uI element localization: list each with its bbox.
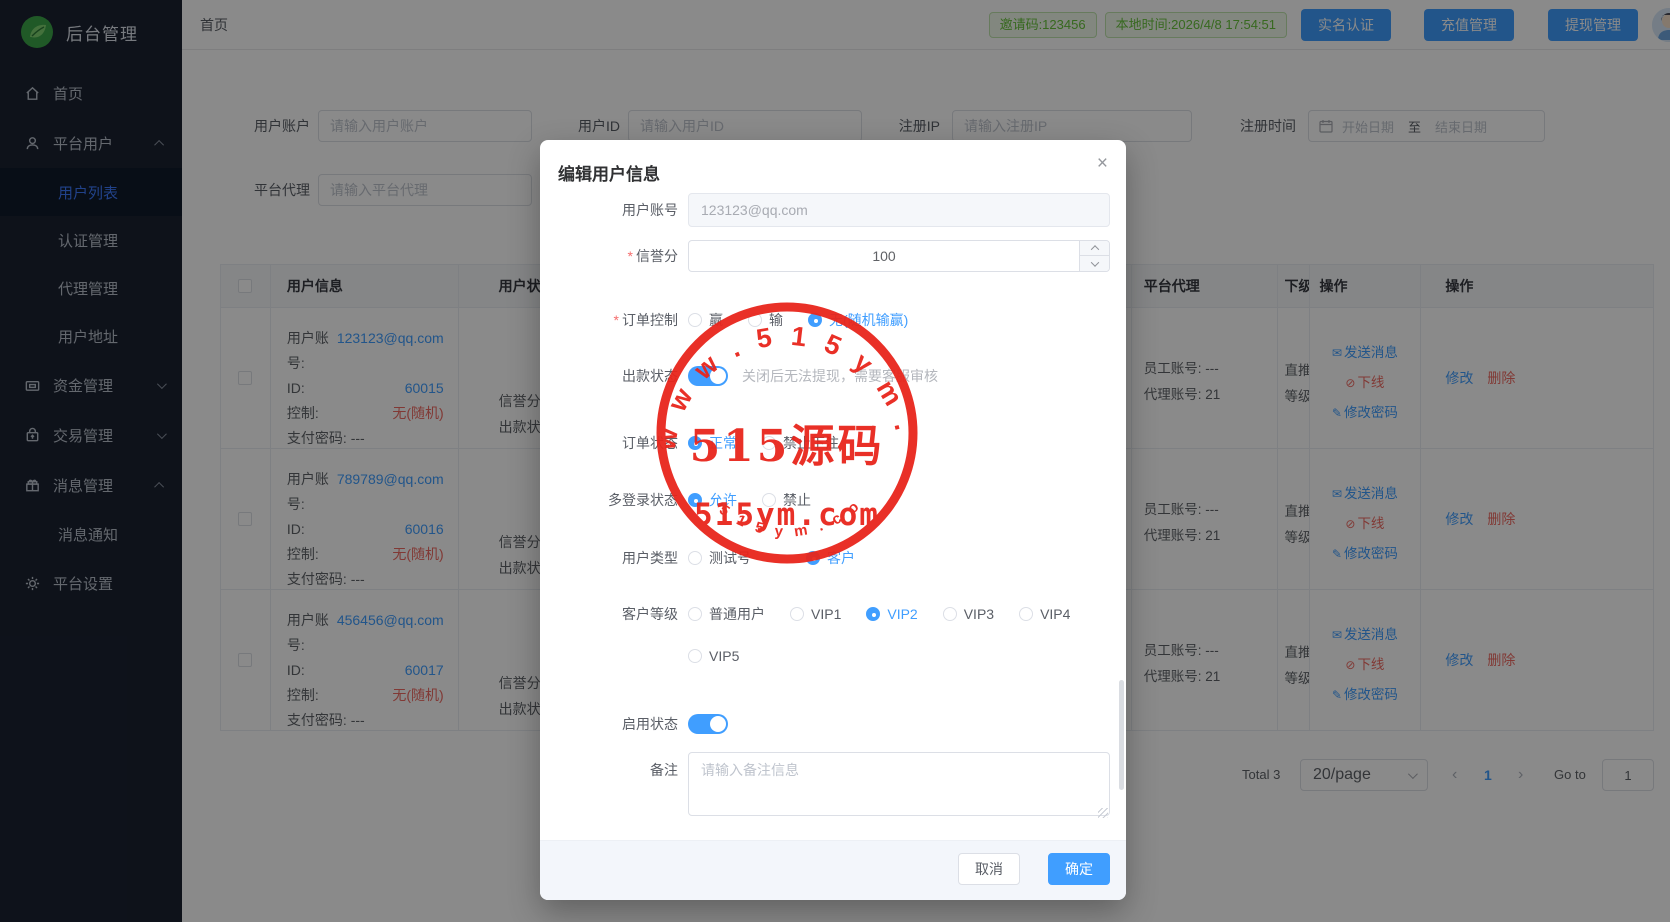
- radio-icon: [688, 649, 702, 663]
- resize-grip[interactable]: [1098, 808, 1108, 818]
- radio-icon: [688, 493, 702, 507]
- radio-vip4[interactable]: VIP4: [1019, 606, 1070, 622]
- payout-state-label: 出款状态: [556, 366, 678, 386]
- payout-state-row: 出款状态 关闭后无法提现，需要客服审核: [556, 366, 938, 386]
- order-state-label: 订单状态: [556, 433, 678, 453]
- account-field-label: 用户账号: [556, 200, 678, 220]
- account-field-input: [688, 193, 1110, 227]
- radio-forbid-bet[interactable]: 禁止下注: [762, 433, 839, 453]
- radio-icon: [688, 551, 702, 565]
- user-type-label: 用户类型: [556, 548, 678, 568]
- radio-vip2[interactable]: VIP2: [866, 606, 917, 622]
- increase-button[interactable]: [1080, 241, 1109, 256]
- radio-icon: [688, 436, 702, 450]
- multi-login-label: 多登录状态: [556, 490, 678, 510]
- chevron-down-icon: [1090, 258, 1098, 266]
- radio-vip5[interactable]: VIP5: [688, 648, 739, 664]
- radio-icon: [943, 607, 957, 621]
- radio-icon: [808, 313, 822, 327]
- radio-vip3[interactable]: VIP3: [943, 606, 994, 622]
- dialog-title: 编辑用户信息: [558, 160, 660, 185]
- credit-value-input[interactable]: [689, 241, 1079, 271]
- enabled-toggle[interactable]: [688, 714, 728, 734]
- radio-icon: [806, 551, 820, 565]
- radio-win[interactable]: 赢: [688, 310, 723, 330]
- radio-allow[interactable]: 允许: [688, 490, 737, 510]
- account-field-row: 用户账号: [556, 193, 1110, 227]
- remark-row: 备注: [556, 752, 1110, 821]
- credit-number-input: [688, 240, 1110, 272]
- radio-icon: [1019, 607, 1033, 621]
- radio-icon: [748, 313, 762, 327]
- payout-hint: 关闭后无法提现，需要客服审核: [742, 366, 938, 386]
- radio-icon: [866, 607, 880, 621]
- radio-test-account[interactable]: 测试号: [688, 548, 751, 568]
- close-icon[interactable]: ×: [1097, 154, 1108, 173]
- user-type-row: 用户类型 测试号 客户: [556, 548, 1110, 568]
- enabled-state-label: 启用状态: [556, 714, 678, 734]
- decrease-button[interactable]: [1080, 256, 1109, 271]
- radio-lose[interactable]: 输: [748, 310, 783, 330]
- order-control-row: *订单控制 赢 输 无(随机输赢): [556, 310, 1110, 330]
- credit-field-label: *信誉分: [556, 246, 678, 266]
- order-control-label: *订单控制: [556, 310, 678, 330]
- radio-icon: [790, 607, 804, 621]
- chevron-up-icon: [1090, 245, 1098, 253]
- radio-icon: [762, 436, 776, 450]
- radio-none-random[interactable]: 无(随机输赢): [808, 310, 908, 330]
- radio-icon: [688, 607, 702, 621]
- required-star: *: [614, 312, 619, 328]
- enabled-state-row: 启用状态: [556, 714, 728, 734]
- radio-vip1[interactable]: VIP1: [790, 606, 841, 622]
- number-stepper: [1079, 241, 1109, 271]
- remark-label: 备注: [556, 752, 678, 780]
- customer-level-row: 客户等级 普通用户 VIP1 VIP2 VIP3 VIP4 VIP5: [556, 604, 1110, 664]
- order-state-row: 订单状态 正常 禁止下注: [556, 433, 1110, 453]
- multi-login-row: 多登录状态 允许 禁止: [556, 490, 1110, 510]
- payout-toggle[interactable]: [688, 366, 728, 386]
- required-star: *: [628, 248, 633, 264]
- page: 后台管理 首页 平台用户 用户列表 认证管理: [0, 0, 1670, 922]
- confirm-button[interactable]: 确定: [1048, 853, 1110, 885]
- radio-icon: [762, 493, 776, 507]
- customer-level-label: 客户等级: [556, 604, 678, 624]
- dialog-footer: 取消 确定: [540, 840, 1126, 900]
- remark-textarea[interactable]: [688, 752, 1110, 816]
- radio-level-normal[interactable]: 普通用户: [688, 604, 765, 624]
- radio-normal[interactable]: 正常: [688, 433, 737, 453]
- credit-field-row: *信誉分: [556, 240, 1110, 272]
- radio-icon: [688, 313, 702, 327]
- cancel-button[interactable]: 取消: [958, 853, 1020, 885]
- radio-customer[interactable]: 客户: [806, 548, 855, 568]
- edit-user-dialog: 编辑用户信息 × 用户账号 *信誉分 *订单控制 赢 输 无(随机输赢): [540, 140, 1126, 900]
- radio-forbid[interactable]: 禁止: [762, 490, 811, 510]
- dialog-scrollbar[interactable]: [1119, 680, 1124, 790]
